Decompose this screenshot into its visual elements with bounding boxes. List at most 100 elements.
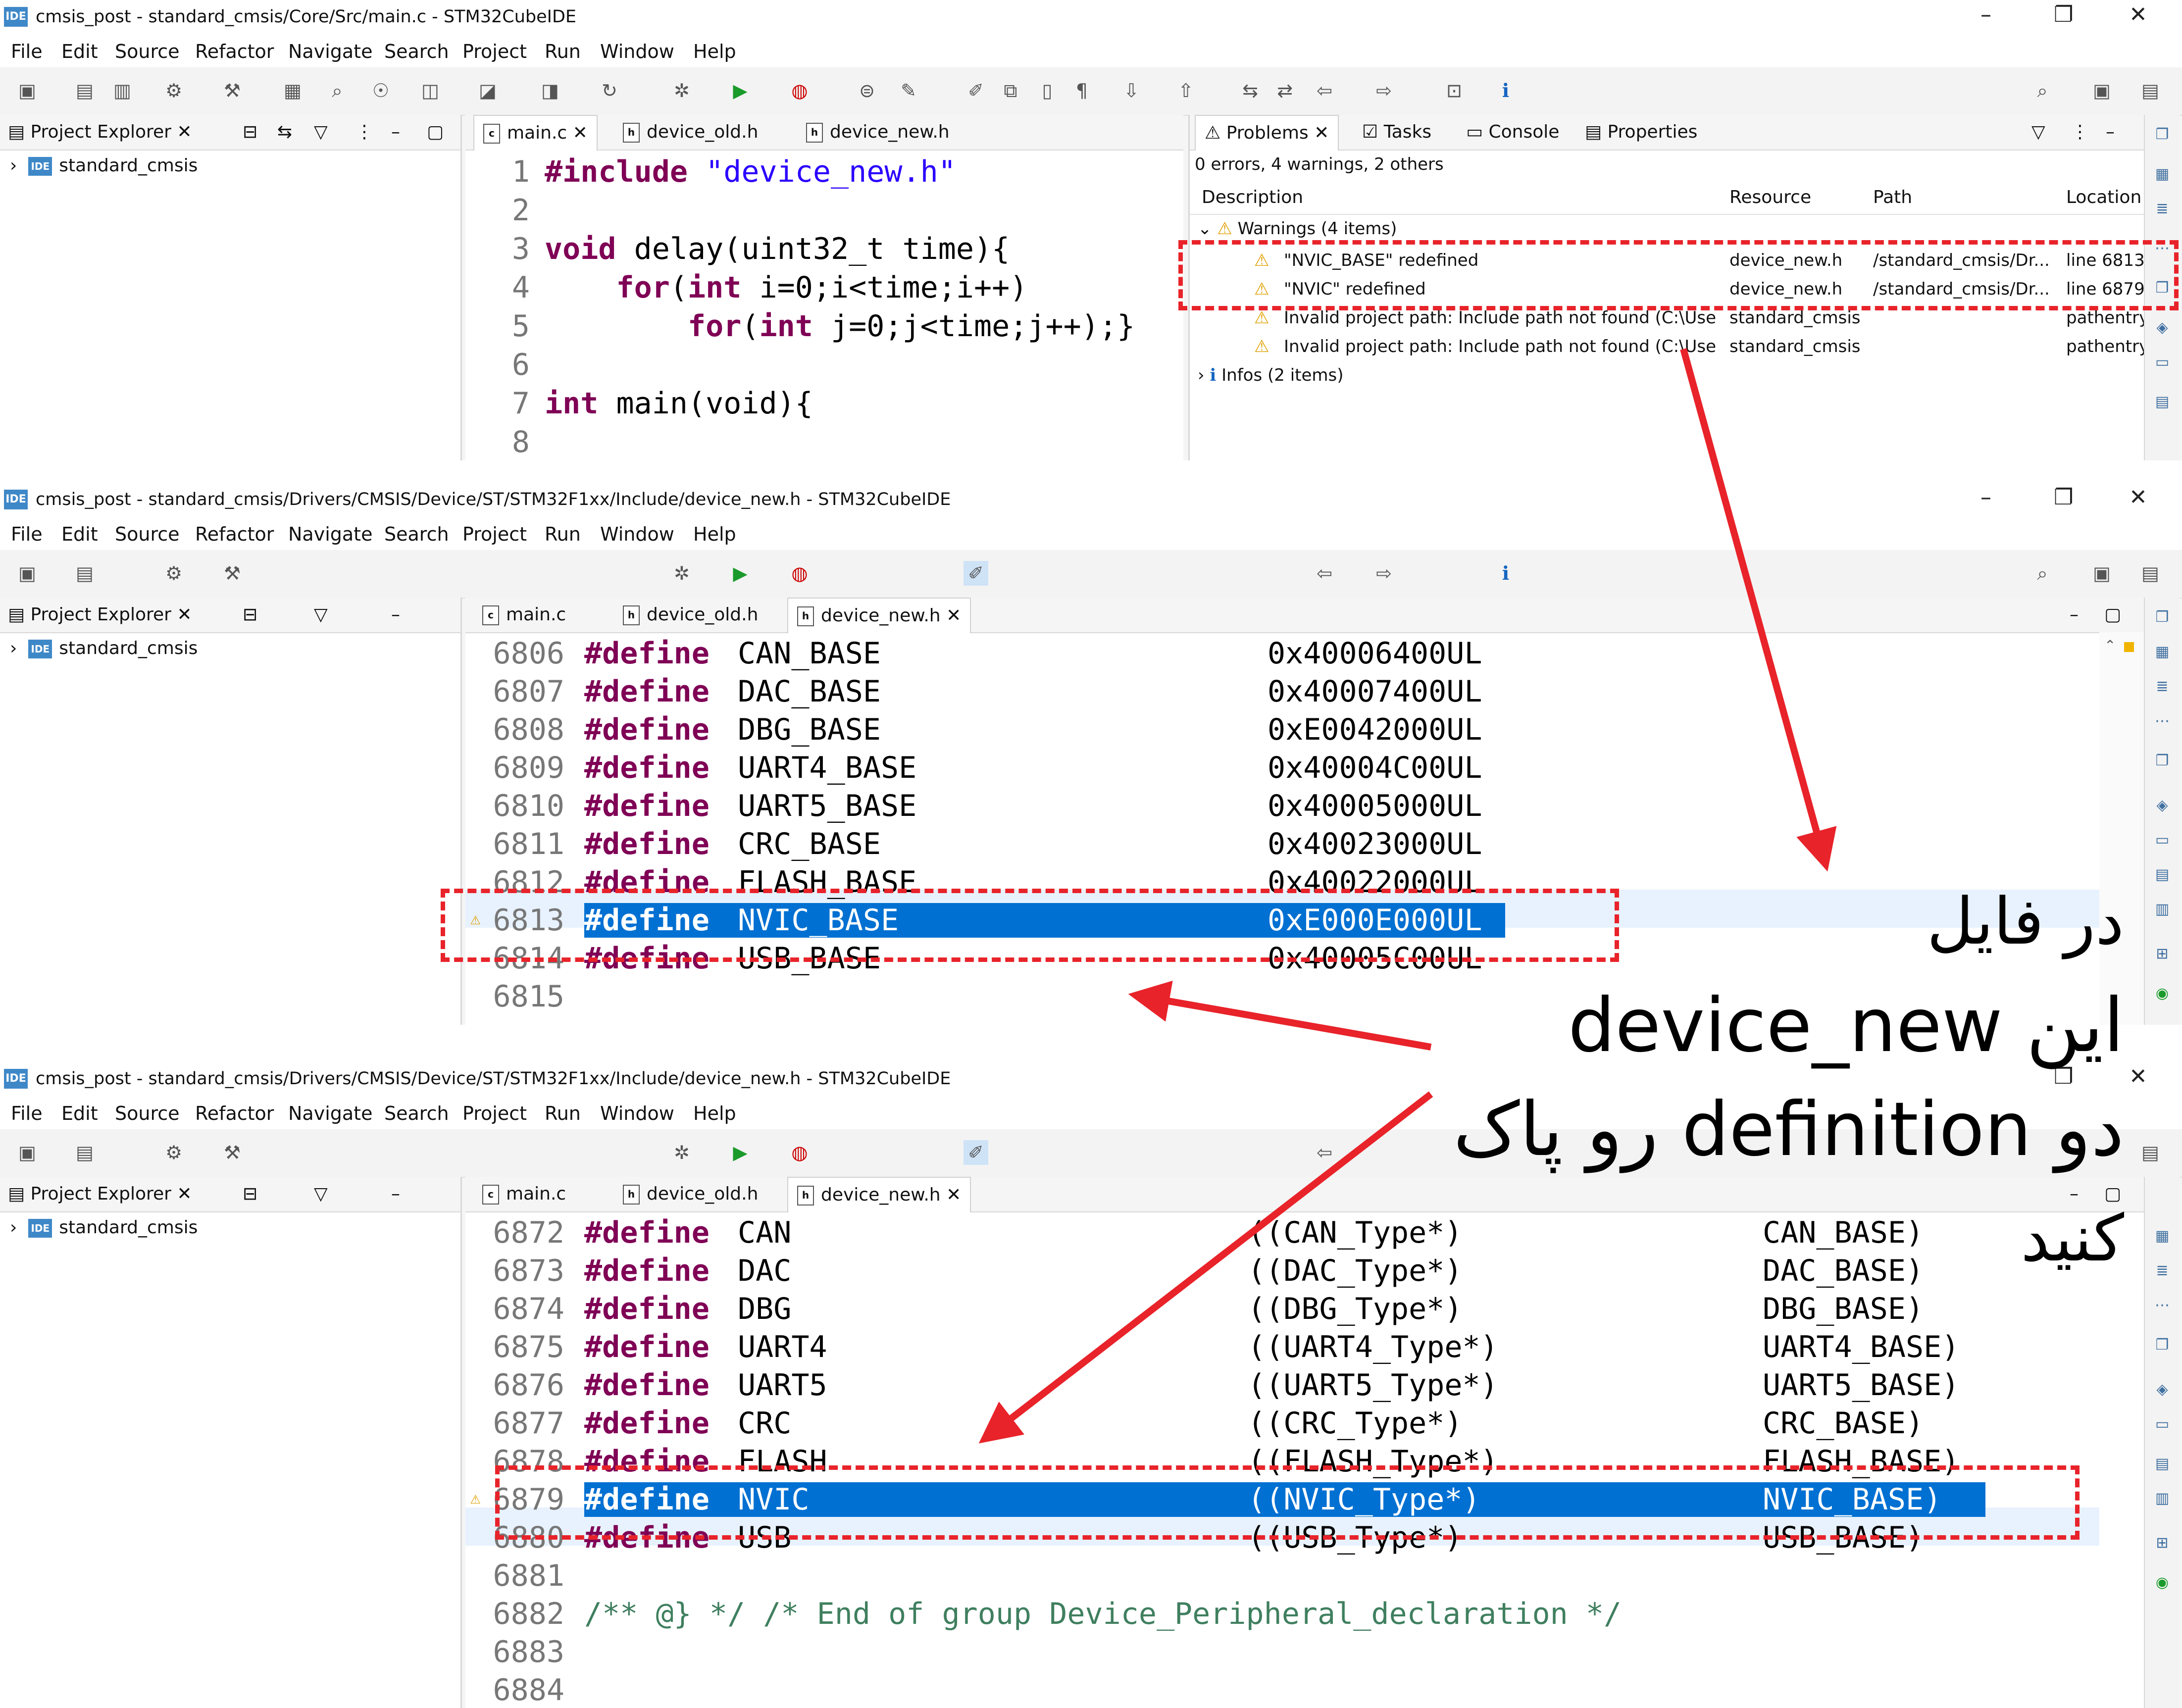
tree-icon[interactable]: ⊞ [2152, 1533, 2172, 1553]
new-icon[interactable]: ▣ [15, 1140, 40, 1165]
menu-project[interactable]: Project [462, 523, 527, 545]
menu-window[interactable]: Window [600, 523, 674, 545]
view-menu-icon[interactable]: ⋮ [2071, 115, 2089, 150]
search-bug-icon[interactable]: ⌕ [325, 78, 350, 103]
outline-icon[interactable]: ≣ [2152, 677, 2172, 697]
debug-icon[interactable]: ✲ [669, 78, 694, 103]
block-icon[interactable]: ▯ [1035, 78, 1060, 103]
tab-tasks[interactable]: ☑ Tasks [1353, 115, 1440, 150]
minimize-view-icon[interactable]: – [2106, 115, 2115, 150]
console-icon[interactable]: ▤ [2152, 392, 2172, 412]
menu-run[interactable]: Run [545, 1103, 581, 1124]
collapse-all-icon[interactable]: ⊟ [243, 598, 257, 632]
build-hammer-icon[interactable]: ⚒ [220, 1140, 245, 1165]
menu-navigate[interactable]: Navigate [288, 1103, 372, 1124]
mark-occurrences-icon[interactable]: ✐ [964, 561, 988, 586]
external-tools-icon[interactable]: ◍ [787, 78, 812, 103]
minimize-editor-icon[interactable]: – [2070, 598, 2079, 632]
outline-icon[interactable]: ≣ [2152, 1261, 2172, 1281]
run-icon[interactable]: ▶ [728, 561, 753, 586]
build-targets-icon[interactable]: ⋯ [2152, 711, 2172, 731]
cubeide-perspective-icon[interactable]: ▤ [2138, 561, 2163, 586]
menu-navigate[interactable]: Navigate [288, 41, 372, 62]
info-icon[interactable]: ℹ [1493, 561, 1518, 586]
tree-icon[interactable]: ⊞ [2152, 944, 2172, 964]
menu-refactor[interactable]: Refactor [195, 41, 274, 62]
menu-source[interactable]: Source [115, 1103, 180, 1124]
external-tools-icon[interactable]: ◍ [787, 561, 812, 586]
tab-device-new-h[interactable]: h device_new.h ✕ [787, 1177, 971, 1212]
menu-help[interactable]: Help [693, 1103, 736, 1124]
save-all-icon[interactable]: ▥ [110, 78, 135, 103]
menu-run[interactable]: Run [545, 41, 581, 62]
new-icon[interactable]: ▣ [15, 78, 40, 103]
settings-icon[interactable]: ⚙ [161, 78, 186, 103]
view-menu-icon[interactable]: ⋮ [355, 115, 373, 150]
scroll-up-icon[interactable]: ⌃ [2104, 637, 2116, 653]
column-path[interactable]: Path [1873, 187, 1912, 207]
layout-icon[interactable]: ▥ [2152, 1489, 2172, 1508]
menu-file[interactable]: File [11, 523, 43, 545]
open-icon[interactable]: ⊜ [855, 78, 879, 103]
binary-icon[interactable]: ▦ [2152, 164, 2172, 184]
cubeide-perspective-icon[interactable]: ▤ [2138, 1140, 2163, 1165]
prev-annotation-icon[interactable]: ⇧ [1173, 78, 1198, 103]
menu-edit[interactable]: Edit [61, 1103, 98, 1124]
problem-row[interactable]: ⚠ Invalid project path: Include path not… [1190, 333, 2145, 361]
menu-edit[interactable]: Edit [61, 523, 98, 545]
mark-icon[interactable]: ✐ [964, 78, 988, 103]
close-icon[interactable]: ✕ [2129, 485, 2147, 510]
layout-icon[interactable]: ▥ [2152, 900, 2172, 919]
memory-icon[interactable]: ▭ [2152, 830, 2172, 850]
minimize-view-icon[interactable]: – [391, 598, 400, 632]
menu-search[interactable]: Search [384, 523, 449, 545]
close-icon[interactable]: ✕ [2129, 2, 2147, 27]
binary-icon[interactable]: ▦ [2152, 642, 2172, 662]
column-description[interactable]: Description [1202, 187, 1303, 207]
filter-icon[interactable]: ▽ [314, 115, 328, 150]
tab-console[interactable]: ▭ Console [1457, 115, 1568, 150]
menu-file[interactable]: File [11, 1103, 43, 1124]
tab-device-old-h[interactable]: h device_old.h [614, 598, 767, 632]
search-icon[interactable]: ⌕ [2030, 561, 2055, 586]
column-location[interactable]: Location [2066, 187, 2141, 207]
restore-view-icon[interactable]: ❐ [2152, 751, 2172, 771]
restore-icon[interactable]: ❐ [2054, 485, 2073, 510]
minimize-icon[interactable]: – [1980, 485, 1991, 510]
back-icon[interactable]: ⇦ [1312, 1140, 1337, 1165]
debug-view-icon[interactable]: ◈ [2152, 318, 2172, 338]
debug-view-icon[interactable]: ◈ [2152, 796, 2172, 815]
last-edit-icon[interactable]: ⇆ [1238, 78, 1263, 103]
menu-help[interactable]: Help [693, 41, 736, 62]
perspective-icon[interactable]: ▣ [2089, 561, 2114, 586]
filter-icon[interactable]: ▽ [314, 1177, 328, 1211]
debug-icon[interactable]: ✲ [669, 561, 694, 586]
minimize-view-icon[interactable]: – [391, 1177, 400, 1211]
swap-icon[interactable]: ⇄ [1272, 78, 1297, 103]
open-perspective-icon[interactable]: ⊡ [1442, 78, 1467, 103]
warnings-group-row[interactable]: ⌄ ⚠ Warnings (4 items) [1198, 219, 1397, 239]
restore-view-icon[interactable]: ❐ [2152, 607, 2172, 627]
forward-icon[interactable]: ⇨ [1371, 78, 1396, 103]
forward-icon[interactable]: ⇨ [1371, 561, 1396, 586]
new-file-icon[interactable]: ◨ [538, 78, 562, 103]
run-icon[interactable]: ▶ [728, 1140, 753, 1165]
code-editor[interactable]: c main.c ✕ h device_old.h h device_new.h 1 … [465, 115, 1183, 460]
target-icon[interactable]: ☉ [368, 78, 393, 103]
pin-icon[interactable]: ✎ [896, 78, 921, 103]
menu-refactor[interactable]: Refactor [195, 1103, 274, 1124]
link-editor-icon[interactable]: ⇆ [277, 115, 292, 150]
project-tree-item[interactable]: › IDE standard_cmsis [10, 1217, 198, 1238]
save-icon[interactable]: ▤ [72, 1140, 97, 1165]
menu-search[interactable]: Search [384, 1103, 449, 1124]
pilcrow-icon[interactable]: ¶ [1069, 78, 1094, 103]
menu-project[interactable]: Project [462, 1103, 527, 1124]
build-targets-icon[interactable]: ⋯ [2152, 1296, 2172, 1315]
build-hammer-icon[interactable]: ⚒ [220, 78, 245, 103]
save-icon[interactable]: ▤ [72, 561, 97, 586]
run-icon[interactable]: ▶ [728, 78, 753, 103]
settings-icon[interactable]: ⚙ [161, 561, 186, 586]
search-icon[interactable]: ⌕ [2030, 78, 2055, 103]
menu-help[interactable]: Help [693, 523, 736, 545]
back-icon[interactable]: ⇦ [1312, 561, 1337, 586]
